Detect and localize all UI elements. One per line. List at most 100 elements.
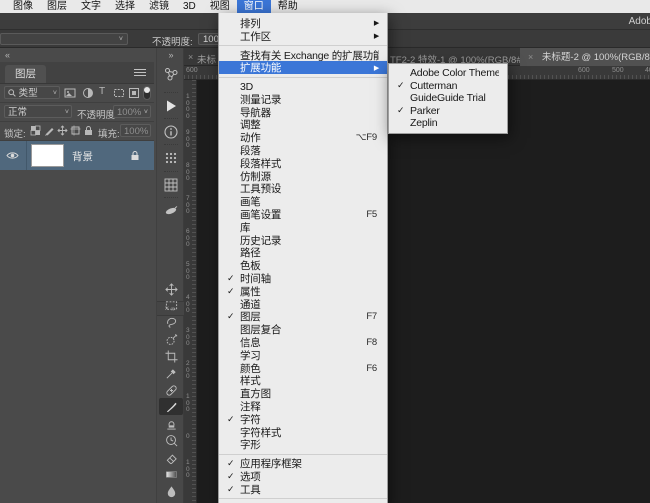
ruler-label: 300	[186, 328, 190, 348]
type-layer-filter-icon[interactable]: T	[99, 86, 105, 97]
info-panel-icon[interactable]	[157, 124, 185, 140]
layer-opacity-text: 100%	[117, 107, 141, 118]
panel-menu-icon[interactable]	[134, 69, 146, 78]
panel-icon-strip: » ×»	[156, 48, 184, 503]
crop-tool[interactable]	[159, 348, 183, 365]
blur-tool[interactable]	[159, 483, 183, 500]
checkmark-icon: ✓	[397, 105, 410, 116]
submenu-item-Zeplin[interactable]: Zeplin	[389, 117, 507, 130]
clone-stamp-tool[interactable]	[159, 415, 183, 432]
ruler-label: 600	[186, 229, 190, 249]
menu-shortcut: F8	[366, 337, 377, 348]
gradient-tool[interactable]	[159, 466, 183, 483]
menubar-item-滤镜[interactable]: 滤镜	[142, 0, 176, 13]
checkmark-icon: ✓	[227, 471, 240, 482]
checkmark-icon: ✓	[227, 273, 240, 284]
submenu-item-label: GuideGuide Trial	[410, 92, 499, 104]
pixel-layer-filter-icon[interactable]	[64, 87, 76, 99]
submenu-item-Adobe Color Themes[interactable]: Adobe Color Themes	[389, 67, 507, 80]
menu-item-字形[interactable]: 字形	[219, 439, 387, 452]
menubar-item-文字[interactable]: 文字	[74, 0, 108, 13]
lock-all-icon[interactable]	[83, 125, 94, 136]
submenu-item-GuideGuide Trial[interactable]: GuideGuide Trial	[389, 92, 507, 105]
lock-transparent-pixels-icon[interactable]	[30, 125, 41, 136]
menubar-item-图层[interactable]: 图层	[40, 0, 74, 13]
ruler-label: 1000	[186, 94, 190, 120]
quick-selection-tool[interactable]	[159, 331, 183, 348]
libraries-panel-icon[interactable]	[157, 66, 185, 82]
layer-thumbnail[interactable]	[31, 144, 64, 167]
chevron-down-icon: ˅	[144, 106, 148, 119]
marquee-tool[interactable]	[159, 297, 183, 314]
filter-type-label: 类型	[19, 88, 38, 99]
tab-layers[interactable]: 图层	[5, 65, 46, 83]
adjustment-layer-filter-icon[interactable]	[82, 87, 94, 99]
fill-value[interactable]: 100%	[120, 124, 151, 137]
blend-mode-dropdown[interactable]: 正常 ˅	[4, 105, 72, 118]
strip-separator	[164, 197, 178, 198]
menubar-item-视图[interactable]: 视图	[203, 0, 237, 13]
document-tab-fragment[interactable]: 未标	[197, 52, 216, 66]
fill-value-text: 100%	[124, 126, 148, 137]
swatches-panel-icon[interactable]	[157, 177, 185, 193]
submenu-item-label: Zeplin	[410, 117, 499, 129]
menu-item-工作区[interactable]: 工作区▶	[219, 30, 387, 43]
strip-separator	[164, 171, 178, 172]
extensions-submenu: Adobe Color Themes✓CuttermanGuideGuide T…	[388, 63, 508, 134]
checkmark-icon: ✓	[397, 80, 410, 91]
menubar-item-帮助[interactable]: 帮助	[271, 0, 305, 13]
chevron-down-icon: ˅	[119, 34, 123, 46]
history-brush-tool[interactable]	[159, 432, 183, 449]
collapse-panels-icon[interactable]: «	[5, 50, 10, 60]
layer-filter-type-dropdown[interactable]: 类型 ˅	[4, 86, 60, 99]
document-tab-active[interactable]: × 未标题-2 @ 100%(RGB/8)	[520, 48, 650, 66]
expand-panels-icon[interactable]: »	[157, 50, 185, 60]
menubar-item-3D[interactable]: 3D	[176, 0, 203, 13]
menu-item-扩展功能[interactable]: 扩展功能▶	[219, 61, 387, 74]
submenu-item-label: Adobe Color Themes	[410, 67, 499, 79]
submenu-item-Parker[interactable]: ✓Parker	[389, 105, 507, 118]
checkmark-icon: ✓	[227, 484, 240, 495]
layer-filter-row: 类型 ˅ T	[0, 84, 154, 103]
ruler-label: 600	[578, 67, 590, 74]
lock-artboard-icon[interactable]	[70, 125, 81, 136]
smart-object-filter-icon[interactable]	[128, 87, 140, 99]
menubar-item-窗口[interactable]: 窗口	[237, 0, 271, 13]
gradient-tool-icon	[165, 468, 178, 481]
menubar-item-选择[interactable]: 选择	[108, 0, 142, 13]
brush-preset-dropdown[interactable]: ˅	[0, 33, 128, 45]
brushes-panel-icon[interactable]	[157, 203, 185, 219]
eraser-tool[interactable]	[159, 449, 183, 466]
healing-brush-tool[interactable]	[159, 382, 183, 399]
lock-image-pixels-icon[interactable]	[44, 125, 55, 136]
shape-layer-filter-icon[interactable]	[113, 87, 125, 99]
filter-toggle-switch[interactable]	[143, 86, 151, 100]
healing-brush-tool-icon	[165, 384, 178, 397]
submenu-item-Cutterman[interactable]: ✓Cutterman	[389, 80, 507, 93]
blur-tool-icon	[165, 485, 178, 498]
lock-row: 锁定: 填充: 100%	[0, 122, 154, 141]
glyphs-panel-icon[interactable]	[157, 150, 185, 166]
menu-separator	[219, 45, 387, 46]
lasso-tool[interactable]	[159, 314, 183, 331]
layer-opacity-value[interactable]: 100% ˅	[113, 105, 151, 118]
vertical-ruler[interactable]: 10009008007006005004003002001000100	[184, 80, 197, 503]
layer-visibility-toggle[interactable]	[0, 141, 27, 170]
app-title-fragment: Adob	[629, 16, 650, 27]
brush-tool[interactable]	[159, 398, 183, 415]
menubar-item-图像[interactable]: 图像	[6, 0, 40, 13]
move-tool[interactable]	[159, 281, 183, 298]
layer-row-background[interactable]: 背景	[0, 141, 154, 170]
close-icon[interactable]: ×	[188, 52, 193, 62]
submenu-arrow-icon: ▶	[374, 32, 379, 40]
lock-position-icon[interactable]	[57, 125, 68, 136]
history-brush-tool-icon	[165, 434, 178, 447]
ruler-label: 700	[186, 196, 190, 216]
strip-separator	[164, 144, 178, 145]
layers-panel: 图层 类型 ˅ T 正常 ˅ 不透明度: 100%	[0, 62, 154, 170]
close-icon[interactable]: ×	[528, 52, 533, 62]
menu-item-工具[interactable]: ✓工具	[219, 483, 387, 496]
eyedropper-tool[interactable]	[159, 365, 183, 382]
actions-play-panel-icon[interactable]	[157, 98, 185, 114]
window-menu-dropdown: 排列▶工作区▶查找有关 Exchange 的扩展功能...扩展功能▶3D测量记录…	[218, 13, 388, 503]
